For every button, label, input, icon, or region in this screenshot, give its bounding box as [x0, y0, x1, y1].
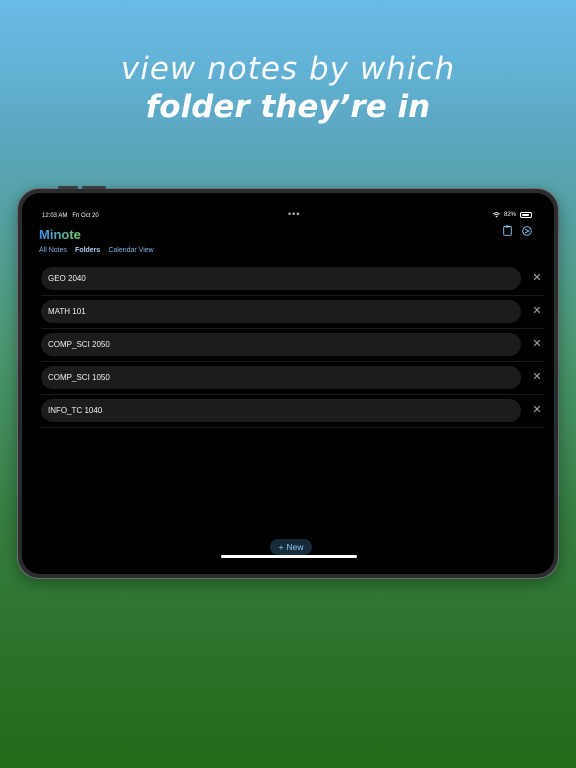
top-icons: [503, 225, 532, 236]
view-tabs: All Notes Folders Calendar View: [39, 247, 154, 254]
status-bar: 12:03 AM Fri Oct 20 ••• 82%: [22, 193, 554, 219]
wifi-icon: [492, 212, 500, 218]
app-title: Minote: [39, 227, 81, 242]
status-right: 82%: [492, 212, 532, 218]
folder-item[interactable]: GEO 2040: [41, 267, 521, 290]
tab-all-notes[interactable]: All Notes: [39, 247, 67, 254]
folder-row: GEO 2040 ✕: [41, 263, 545, 296]
folder-list: GEO 2040 ✕ MATH 101 ✕ COMP_SCI 2050 ✕ CO…: [41, 263, 545, 428]
battery-icon: [520, 212, 532, 218]
home-indicator[interactable]: [221, 555, 357, 558]
multitasking-dots[interactable]: •••: [288, 209, 300, 219]
folder-row: COMP_SCI 1050 ✕: [41, 362, 545, 395]
tablet-device-frame: 12:03 AM Fri Oct 20 ••• 82% Minote All N…: [17, 186, 559, 579]
delete-folder-icon[interactable]: ✕: [531, 371, 543, 383]
headline-line-1: view notes by which: [120, 51, 456, 87]
folder-row: COMP_SCI 2050 ✕: [41, 329, 545, 362]
delete-folder-icon[interactable]: ✕: [531, 272, 543, 284]
folder-name: GEO 2040: [48, 274, 86, 283]
folder-name: COMP_SCI 2050: [48, 340, 110, 349]
device-button: [58, 186, 78, 189]
clipboard-icon[interactable]: [503, 225, 512, 236]
headline-line-2: folder they’re in: [145, 89, 431, 125]
status-time: 12:03 AM Fri Oct 20: [42, 213, 99, 219]
delete-folder-icon[interactable]: ✕: [531, 338, 543, 350]
folder-name: MATH 101: [48, 307, 86, 316]
new-button-label: New: [286, 542, 304, 552]
delete-folder-icon[interactable]: ✕: [531, 305, 543, 317]
tab-folders[interactable]: Folders: [75, 247, 100, 254]
folder-row: INFO_TC 1040 ✕: [41, 395, 545, 428]
plus-icon: +: [278, 542, 284, 552]
folder-name: INFO_TC 1040: [48, 406, 103, 415]
folder-item[interactable]: MATH 101: [41, 300, 521, 323]
folder-item[interactable]: INFO_TC 1040: [41, 399, 521, 422]
tab-calendar-view[interactable]: Calendar View: [108, 247, 153, 254]
settings-circle-icon[interactable]: [522, 225, 532, 236]
folder-name: COMP_SCI 1050: [48, 373, 110, 382]
new-folder-button[interactable]: + New: [270, 539, 312, 555]
app-screen: 12:03 AM Fri Oct 20 ••• 82% Minote All N…: [22, 193, 554, 574]
folder-item[interactable]: COMP_SCI 2050: [41, 333, 521, 356]
device-button: [82, 186, 106, 189]
delete-folder-icon[interactable]: ✕: [531, 404, 543, 416]
battery-percent: 82%: [503, 212, 516, 218]
headline: view notes by which folder they’re in: [0, 50, 576, 126]
folder-row: MATH 101 ✕: [41, 296, 545, 329]
folder-item[interactable]: COMP_SCI 1050: [41, 366, 521, 389]
